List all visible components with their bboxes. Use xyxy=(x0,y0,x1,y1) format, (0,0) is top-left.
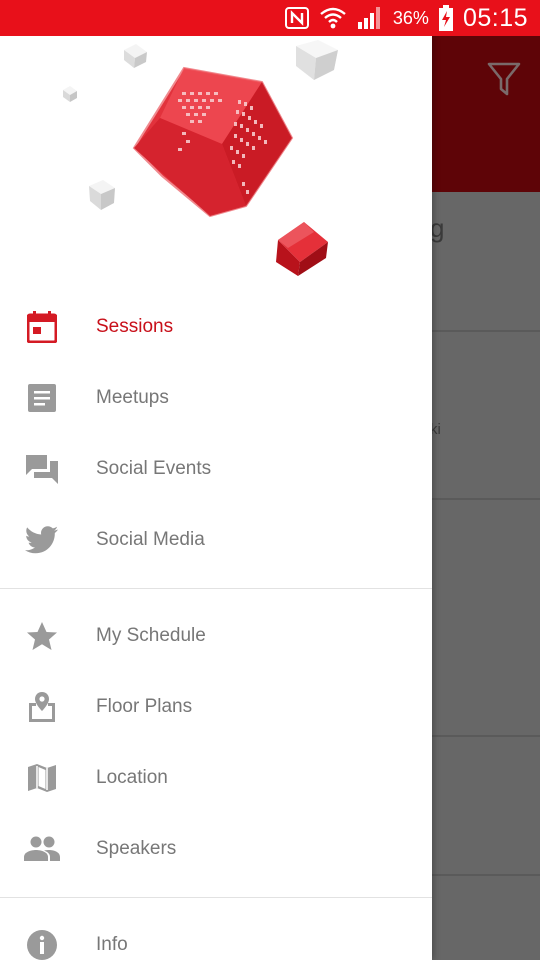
document-icon xyxy=(24,380,60,416)
nav-item-info[interactable]: Info xyxy=(0,909,432,960)
map-pin-icon xyxy=(24,689,60,725)
list-item-peek-text: g xyxy=(430,213,445,243)
clock: 05:15 xyxy=(462,3,528,32)
list-divider xyxy=(432,735,540,737)
nav-item-label: Location xyxy=(96,766,168,788)
list-divider xyxy=(432,874,540,876)
nav-item-location[interactable]: Location xyxy=(0,742,432,813)
list-divider xyxy=(432,498,540,500)
filter-icon[interactable] xyxy=(486,60,522,100)
decorative-white-cube xyxy=(124,44,147,68)
nav-item-label: Speakers xyxy=(96,837,177,859)
info-icon xyxy=(24,927,60,960)
map-icon xyxy=(24,760,60,796)
nav-item-label: Floor Plans xyxy=(96,695,193,717)
section-divider xyxy=(0,897,432,898)
nav-item-social-events[interactable]: Social Events xyxy=(0,433,432,504)
small-red-cube xyxy=(276,222,328,276)
drawer-header xyxy=(0,36,432,288)
nav-item-social-media[interactable]: Social Media xyxy=(0,504,432,575)
star-icon xyxy=(24,618,60,654)
battery-percentage: 36% xyxy=(392,7,429,28)
nav-item-sessions[interactable]: Sessions xyxy=(0,291,432,362)
battery-charging-icon xyxy=(438,5,453,31)
decorative-white-cube xyxy=(63,86,77,102)
twitter-icon xyxy=(24,522,60,558)
nav-item-floor-plans[interactable]: Floor Plans xyxy=(0,671,432,742)
nav-item-my-schedule[interactable]: My Schedule xyxy=(0,600,432,671)
nav-item-meetups[interactable]: Meetups xyxy=(0,362,432,433)
nav-item-label: Social Media xyxy=(96,528,205,550)
red-world-map-cube-logo xyxy=(63,40,338,276)
signal-icon xyxy=(357,6,383,30)
nav-item-label: Info xyxy=(96,933,128,955)
nav-item-speakers[interactable]: Speakers xyxy=(0,813,432,884)
nav-item-label: Meetups xyxy=(96,386,169,408)
decorative-white-cube xyxy=(89,180,115,210)
chat-bubbles-icon xyxy=(24,451,60,487)
people-icon xyxy=(24,831,60,867)
calendar-icon xyxy=(24,309,60,345)
nav-item-label: My Schedule xyxy=(96,624,206,646)
list-divider xyxy=(432,330,540,332)
wifi-icon xyxy=(319,6,347,30)
nav-item-label: Sessions xyxy=(96,315,174,337)
section-divider xyxy=(0,588,432,589)
main-red-cube xyxy=(132,66,294,218)
navigation-drawer: Sessions Meetups Social Events Social Me… xyxy=(0,36,432,960)
nav-item-label: Social Events xyxy=(96,457,212,479)
decorative-white-cube xyxy=(296,40,338,80)
nfc-icon xyxy=(284,7,309,29)
status-bar: 36% 05:15 xyxy=(0,0,540,36)
